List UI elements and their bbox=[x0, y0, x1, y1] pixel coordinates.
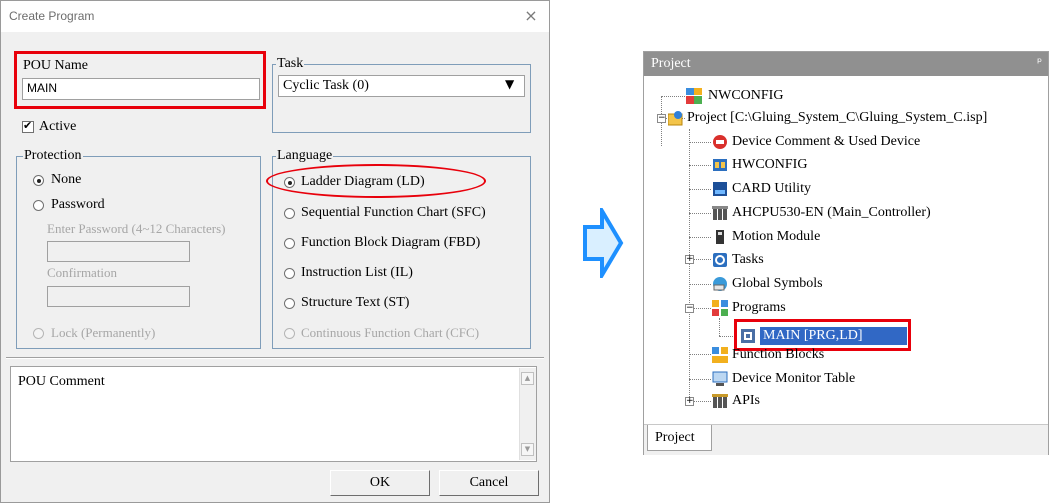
function-blocks-icon bbox=[712, 347, 728, 363]
tree-line bbox=[719, 318, 720, 336]
programs-icon bbox=[712, 300, 728, 316]
active-checkbox[interactable]: ✔ bbox=[22, 119, 34, 133]
language-il-label: Instruction List (IL) bbox=[301, 265, 413, 280]
collapse-icon[interactable]: − bbox=[657, 114, 666, 123]
tab-project-label: Project bbox=[655, 430, 695, 445]
tree-line bbox=[689, 379, 711, 380]
pin-icon[interactable]: ᵖ bbox=[1037, 55, 1042, 69]
expand-icon[interactable]: + bbox=[685, 255, 694, 264]
language-fbd-radio[interactable] bbox=[284, 238, 295, 249]
tree-line bbox=[689, 189, 711, 190]
language-cfc-radio[interactable] bbox=[284, 328, 295, 339]
project-icon bbox=[668, 111, 683, 126]
active-label: Active bbox=[39, 119, 77, 134]
tree-line bbox=[689, 165, 711, 166]
pou-name-highlight bbox=[14, 51, 266, 109]
ok-button[interactable]: OK bbox=[330, 470, 430, 496]
tree-item-nwconfig[interactable]: NWCONFIG bbox=[708, 88, 783, 104]
divider bbox=[6, 357, 544, 359]
password-input[interactable] bbox=[47, 241, 190, 262]
close-icon[interactable]: × bbox=[520, 5, 542, 27]
cancel-button[interactable]: Cancel bbox=[439, 470, 539, 496]
global-symbols-icon bbox=[713, 277, 727, 291]
tree-item-tasks[interactable]: Tasks bbox=[732, 252, 764, 268]
tree-item-device-comment[interactable]: Device Comment & Used Device bbox=[732, 134, 920, 150]
tree-item-device-monitor[interactable]: Device Monitor Table bbox=[732, 371, 855, 387]
device-monitor-icon bbox=[712, 371, 728, 386]
tree-item-programs[interactable]: Programs bbox=[732, 300, 786, 316]
language-sfc-radio[interactable] bbox=[284, 208, 295, 219]
check-mark-icon: ✔ bbox=[23, 119, 33, 132]
project-panel: Project ᵖ − + − + NWCONFIG Project [C:\G… bbox=[643, 51, 1049, 455]
tree-line bbox=[689, 237, 711, 238]
tree-line bbox=[689, 142, 711, 143]
tree-item-project[interactable]: Project [C:\Gluing_System_C\Gluing_Syste… bbox=[687, 110, 987, 126]
language-st-radio[interactable] bbox=[284, 298, 295, 309]
dialog-titlebar: Create Program × bbox=[1, 1, 549, 32]
create-program-dialog: Create Program × POU Name MAIN ✔ Active … bbox=[0, 0, 550, 503]
scroll-up-icon[interactable]: ▲ bbox=[521, 372, 534, 385]
protection-password-label: Password bbox=[51, 197, 105, 212]
card-utility-icon bbox=[713, 182, 727, 196]
hardware-config-icon bbox=[713, 159, 727, 171]
tree-item-cpu[interactable]: AHCPU530-EN (Main_Controller) bbox=[732, 205, 931, 221]
device-comment-icon bbox=[713, 135, 727, 149]
scroll-down-icon[interactable]: ▼ bbox=[521, 443, 534, 456]
dropdown-arrow-icon[interactable]: ▼ bbox=[505, 77, 514, 91]
tree-item-function-blocks[interactable]: Function Blocks bbox=[732, 347, 824, 363]
tree-line bbox=[689, 284, 711, 285]
ladder-diagram-highlight bbox=[266, 164, 486, 198]
protection-lock-radio[interactable] bbox=[33, 328, 44, 339]
pou-comment-label: POU Comment bbox=[18, 374, 105, 389]
task-select[interactable]: Cyclic Task (0) ▼ bbox=[278, 75, 525, 97]
task-value: Cyclic Task (0) bbox=[283, 78, 369, 93]
dialog-title: Create Program bbox=[9, 9, 95, 23]
apis-icon bbox=[712, 394, 728, 408]
protection-none-radio[interactable] bbox=[33, 175, 44, 186]
network-config-icon bbox=[686, 88, 702, 104]
collapse-icon[interactable]: − bbox=[685, 304, 694, 313]
tree-line bbox=[689, 213, 711, 214]
tree-line bbox=[689, 354, 711, 355]
task-label: Task bbox=[276, 56, 305, 72]
protection-password-radio[interactable] bbox=[33, 200, 44, 211]
tasks-icon bbox=[713, 253, 727, 267]
tree-item-apis[interactable]: APIs bbox=[732, 393, 760, 409]
tree-item-hwconfig[interactable]: HWCONFIG bbox=[732, 157, 807, 173]
project-panel-title: Project bbox=[651, 56, 691, 71]
password-label: Enter Password (4~12 Characters) bbox=[47, 221, 226, 236]
confirmation-input[interactable] bbox=[47, 286, 190, 307]
protection-label: Protection bbox=[23, 148, 83, 164]
protection-lock-label: Lock (Permanently) bbox=[51, 325, 156, 340]
tree-item-global-symbols[interactable]: Global Symbols bbox=[732, 276, 823, 292]
language-il-radio[interactable] bbox=[284, 268, 295, 279]
language-fbd-label: Function Block Diagram (FBD) bbox=[301, 235, 481, 250]
confirmation-label: Confirmation bbox=[47, 265, 118, 280]
language-st-label: Structure Text (ST) bbox=[301, 295, 410, 310]
tab-project[interactable]: Project bbox=[647, 425, 712, 451]
radio-selected-dot bbox=[36, 178, 41, 183]
language-cfc-label: Continuous Function Chart (CFC) bbox=[301, 325, 480, 340]
language-sfc-label: Sequential Function Chart (SFC) bbox=[301, 205, 486, 220]
protection-none-label: None bbox=[51, 172, 82, 187]
language-label: Language bbox=[276, 148, 334, 164]
pou-comment-textarea[interactable]: POU Comment ▲ ▼ bbox=[10, 366, 537, 462]
cpu-module-icon bbox=[712, 206, 728, 220]
expand-icon[interactable]: + bbox=[685, 397, 694, 406]
tree-item-card-utility[interactable]: CARD Utility bbox=[732, 181, 811, 197]
tree-line bbox=[689, 129, 690, 401]
project-panel-titlebar: Project ᵖ bbox=[644, 52, 1048, 76]
panel-tab-strip: Project bbox=[644, 424, 1048, 455]
tree-item-motion-module[interactable]: Motion Module bbox=[732, 229, 820, 245]
right-arrow-icon bbox=[583, 208, 624, 278]
comment-scrollbar[interactable]: ▲ ▼ bbox=[519, 368, 536, 460]
tree-line bbox=[661, 96, 685, 97]
motion-module-icon bbox=[716, 230, 724, 244]
